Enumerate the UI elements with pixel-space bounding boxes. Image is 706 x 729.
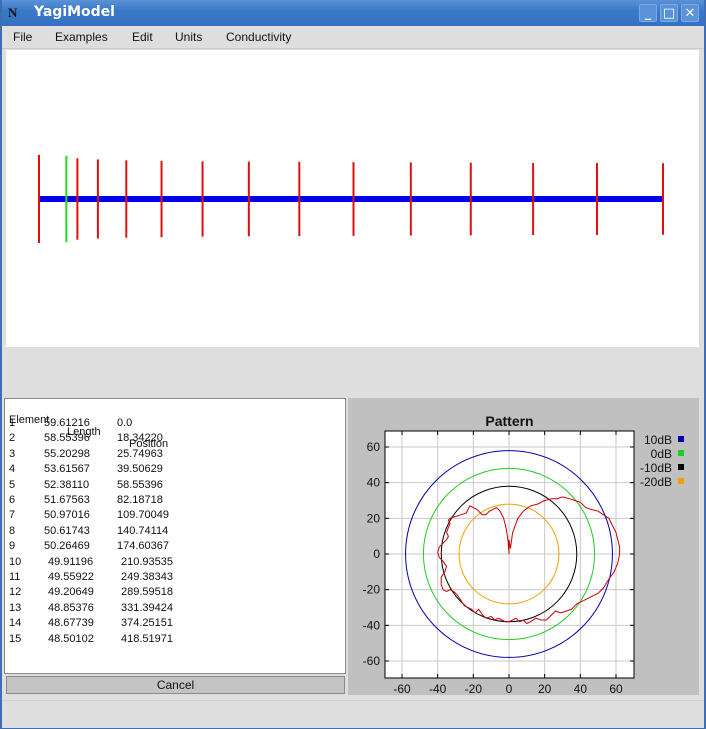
cell-length: 48.50102	[48, 632, 94, 645]
cell-position: 374.25151	[121, 617, 173, 630]
cell-element: 4	[9, 463, 16, 476]
maximize-button[interactable]: □	[660, 4, 678, 22]
cell-length: 52.38110	[44, 478, 90, 491]
cell-position: 82.18718	[117, 494, 163, 506]
cell-element: 15	[9, 632, 22, 645]
parasitic-element[interactable]	[352, 162, 355, 236]
parasitic-element[interactable]	[409, 162, 412, 236]
parasitic-element[interactable]	[247, 161, 250, 237]
antenna-drawing	[38, 155, 664, 243]
cell-position: 331.39424	[121, 601, 173, 614]
parasitic-element[interactable]	[298, 161, 301, 237]
cell-element: 7	[9, 509, 16, 522]
parasitic-element[interactable]	[76, 158, 79, 240]
cell-length: 50.26469	[44, 540, 90, 553]
app-window: N YagiModel _ □ ✕ File Examples Edit Uni…	[0, 0, 706, 729]
cell-element: 14	[9, 617, 22, 630]
cell-position: 418.51971	[121, 632, 173, 645]
cell-length: 49.55922	[48, 571, 94, 583]
title-bar[interactable]: N YagiModel _ □ ✕	[2, 0, 704, 26]
menu-units[interactable]: Units	[175, 30, 202, 44]
cell-position: 249.38343	[121, 571, 173, 583]
cell-element: 10	[9, 555, 22, 568]
boom	[39, 196, 663, 202]
menu-conductivity[interactable]: Conductivity	[226, 30, 291, 44]
cell-position: 0.0	[117, 417, 133, 429]
menu-file[interactable]: File	[13, 30, 32, 44]
cell-element: 11	[9, 571, 21, 583]
close-button[interactable]: ✕	[681, 4, 699, 22]
cell-position: 109.70049	[117, 509, 169, 522]
cell-length: 49.20649	[48, 586, 94, 599]
table-header: Element Length Position	[9, 402, 168, 450]
window-title: YagiModel	[34, 4, 115, 20]
cell-position: 140.74114	[117, 524, 169, 537]
cell-length: 55.20298	[44, 447, 90, 460]
cell-element: 5	[9, 478, 16, 491]
parasitic-element[interactable]	[201, 161, 204, 237]
cell-element: 2	[9, 432, 16, 445]
cell-element: 9	[9, 540, 16, 553]
parasitic-element[interactable]	[38, 155, 40, 243]
cell-length: 51.67563	[44, 494, 90, 506]
cell-position: 174.60367	[117, 540, 169, 553]
cell-length: 59.61216	[44, 417, 90, 429]
cell-length: 53.61567	[44, 463, 90, 476]
menu-bar: File Examples Edit Units Conductivity	[2, 26, 704, 49]
cell-length: 58.55396	[44, 432, 90, 445]
parasitic-element[interactable]	[469, 162, 472, 236]
parasitic-element[interactable]	[662, 163, 664, 235]
cell-position: 289.59518	[121, 586, 173, 599]
parasitic-element[interactable]	[532, 162, 535, 236]
cell-length: 50.61743	[44, 524, 90, 537]
cell-position: 58.55396	[117, 478, 163, 491]
cell-element: 12	[9, 586, 22, 599]
parasitic-element[interactable]	[125, 160, 128, 238]
app-icon: N	[8, 5, 18, 20]
driven-element[interactable]	[65, 155, 68, 243]
antenna-canvas[interactable]	[6, 50, 699, 347]
cell-length: 48.85376	[48, 601, 94, 614]
status-bar	[2, 700, 704, 728]
cell-element: 8	[9, 524, 16, 537]
cell-element: 3	[9, 447, 16, 460]
cell-position: 39.50629	[117, 463, 163, 476]
minimize-button[interactable]: _	[639, 4, 657, 22]
menu-edit[interactable]: Edit	[132, 30, 153, 44]
cell-length: 49.91196	[48, 555, 94, 568]
cell-length: 50.97016	[44, 509, 90, 522]
cell-element: 1	[9, 417, 16, 429]
cell-length: 48.67739	[48, 617, 94, 630]
parasitic-element[interactable]	[160, 160, 163, 238]
pattern-panel	[348, 398, 699, 695]
parasitic-element[interactable]	[96, 159, 99, 239]
cell-position: 25.74963	[117, 447, 163, 460]
menu-examples[interactable]: Examples	[55, 30, 108, 44]
parasitic-element[interactable]	[595, 163, 598, 235]
cell-element: 6	[9, 494, 16, 506]
cell-position: 18.34220	[117, 432, 163, 445]
element-table[interactable]: Element Length Position 1 59.61216 0.0 2 58.…	[4, 398, 346, 674]
cell-element: 13	[9, 601, 22, 614]
cell-position: 210.93535	[121, 555, 173, 568]
cancel-button[interactable]: Cancel	[6, 676, 345, 694]
